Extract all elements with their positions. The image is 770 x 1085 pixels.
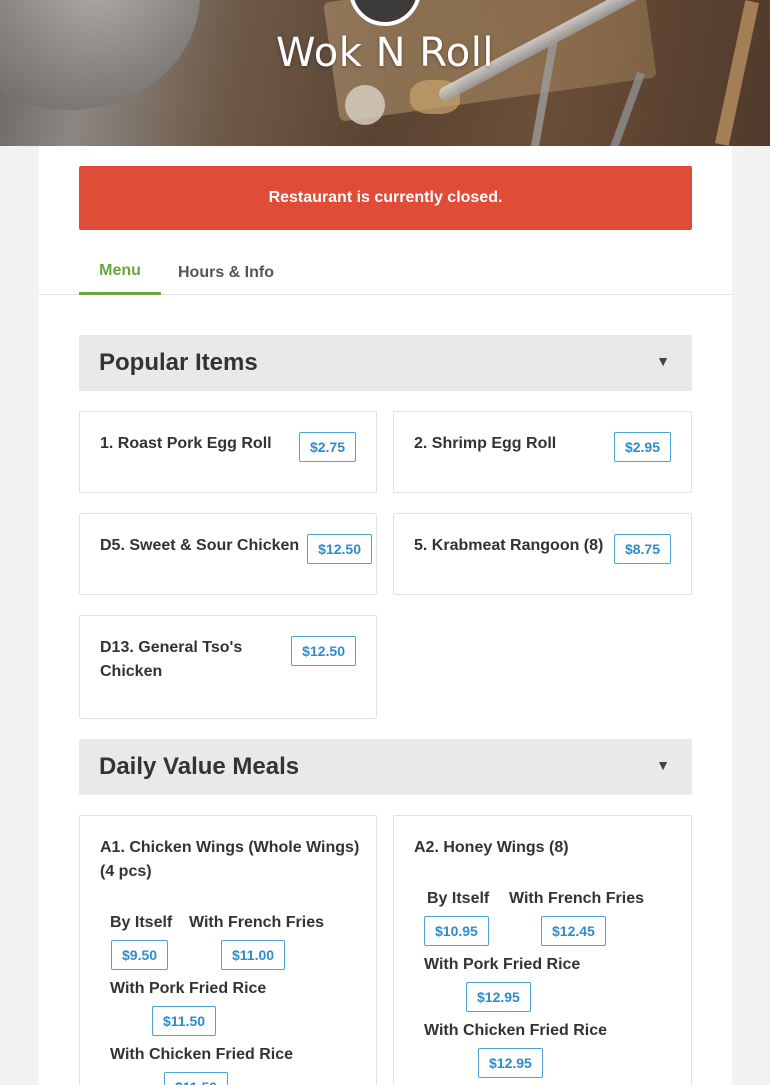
item-price-button[interactable]: $12.50 <box>291 636 356 666</box>
option-price-button[interactable]: $12.95 <box>466 982 531 1012</box>
tab-bar: Menu Hours & Info <box>39 250 732 295</box>
item-price-button[interactable]: $2.95 <box>613 432 671 462</box>
option-label: With French Fries <box>189 914 324 931</box>
menu-item[interactable]: 1. Roast Pork Egg Roll $2.75 <box>79 411 377 493</box>
item-name: 1. Roast Pork Egg Roll <box>100 435 272 452</box>
option-price-button[interactable]: $12.45 <box>541 916 606 946</box>
menu-card: Restaurant is currently closed. Menu Hou… <box>39 146 732 1085</box>
hero-garlic <box>345 85 385 125</box>
section-header-popular-items[interactable]: Popular Items ▼ <box>79 335 692 391</box>
option-label: With Chicken Fried Rice <box>110 1046 293 1063</box>
caret-down-icon: ▼ <box>656 757 670 773</box>
item-price-button[interactable]: $12.50 <box>307 534 372 564</box>
restaurant-name: Wok N Roll <box>276 30 494 76</box>
menu-item[interactable]: A2. Honey Wings (8) By Itself With Frenc… <box>393 815 692 1085</box>
item-name: A1. Chicken Wings (Whole Wings) (4 pcs) <box>100 839 360 880</box>
option-price-button[interactable]: $9.50 <box>111 940 169 970</box>
item-price-button[interactable]: $8.75 <box>613 534 671 564</box>
menu-item[interactable]: A1. Chicken Wings (Whole Wings) (4 pcs) … <box>79 815 377 1085</box>
option-label: With Chicken Fried Rice <box>424 1022 607 1039</box>
section-title: Popular Items <box>99 349 258 376</box>
item-price-button[interactable]: $2.75 <box>298 432 356 462</box>
hero-banner: Wok N Roll <box>0 0 770 146</box>
option-price-button[interactable]: $11.50 <box>164 1072 229 1085</box>
section-title: Daily Value Meals <box>99 753 300 780</box>
menu-item[interactable]: D13. General Tso's Chicken $12.50 <box>79 615 377 719</box>
closed-alert: Restaurant is currently closed. <box>79 166 692 230</box>
item-name: D13. General Tso's Chicken <box>100 639 243 680</box>
menu-item[interactable]: 5. Krabmeat Rangoon (8) $8.75 <box>393 513 692 595</box>
tab-menu[interactable]: Menu <box>79 250 161 295</box>
caret-down-icon: ▼ <box>656 353 670 369</box>
option-price-button[interactable]: $12.95 <box>478 1048 543 1078</box>
menu-item[interactable]: D5. Sweet & Sour Chicken $12.50 <box>79 513 377 595</box>
item-name: 2. Shrimp Egg Roll <box>414 435 557 452</box>
option-price-button[interactable]: $10.95 <box>424 916 489 946</box>
section-header-daily-value-meals[interactable]: Daily Value Meals ▼ <box>79 739 692 795</box>
option-label: By Itself <box>427 890 490 907</box>
option-label: With French Fries <box>509 890 644 907</box>
menu-item[interactable]: 2. Shrimp Egg Roll $2.95 <box>393 411 692 493</box>
item-name: D5. Sweet & Sour Chicken <box>100 537 300 554</box>
option-label: With Pork Fried Rice <box>424 956 581 973</box>
item-name: A2. Honey Wings (8) <box>414 839 569 856</box>
option-label: With Pork Fried Rice <box>110 980 267 997</box>
option-label: By Itself <box>110 914 173 931</box>
option-price-button[interactable]: $11.50 <box>152 1006 217 1036</box>
tab-hours-info[interactable]: Hours & Info <box>161 250 291 295</box>
item-name: 5. Krabmeat Rangoon (8) <box>414 537 604 554</box>
option-price-button[interactable]: $11.00 <box>221 940 286 970</box>
